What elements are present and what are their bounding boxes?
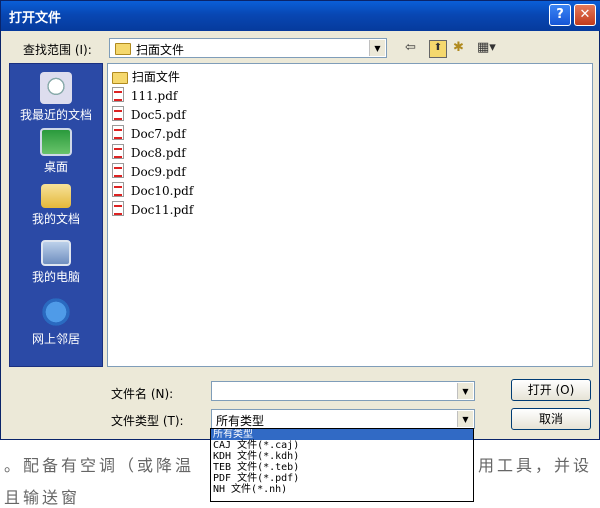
- look-in-combo[interactable]: 扫面文件 ▼: [109, 38, 387, 58]
- close-button[interactable]: ✕: [574, 4, 596, 26]
- dropdown-option[interactable]: TEB 文件(*.teb): [211, 462, 473, 473]
- filetype-dropdown-list[interactable]: 所有类型 CAJ 文件(*.caj) KDH 文件(*.kdh) TEB 文件(…: [210, 428, 474, 502]
- title-bar[interactable]: 打开文件 ? ✕: [1, 1, 600, 31]
- file-name: Doc9.pdf: [130, 165, 186, 179]
- open-file-dialog: 打开文件 ? ✕ 查找范围 (I): 扫面文件 ▼ ⇦ ⬆ ✱ ▦▾ 我最近的文…: [0, 0, 600, 440]
- back-icon[interactable]: ⇦: [405, 40, 416, 56]
- pdf-file-icon: [112, 201, 124, 216]
- dropdown-option[interactable]: KDH 文件(*.kdh): [211, 451, 473, 462]
- new-folder-icon[interactable]: ✱: [453, 40, 464, 56]
- background-text-line1-right: 用工具，并设: [478, 456, 593, 475]
- file-name: 扫面文件: [131, 70, 180, 84]
- file-name: Doc7.pdf: [130, 127, 186, 141]
- filename-input[interactable]: ▼: [211, 381, 475, 401]
- place-label: 网上邻居: [31, 332, 80, 346]
- my-documents-icon: [41, 184, 71, 208]
- list-item[interactable]: 扫面文件: [112, 68, 180, 84]
- list-item[interactable]: Doc5.pdf: [112, 106, 186, 122]
- place-label: 桌面: [43, 160, 68, 174]
- my-computer-icon: [41, 240, 71, 266]
- place-label: 我最近的文档: [19, 108, 92, 122]
- background-text-line1-left: 。配备有空调（或降温: [4, 456, 195, 475]
- filetype-value: 所有类型: [216, 414, 265, 428]
- pdf-file-icon: [112, 106, 124, 121]
- pdf-file-icon: [112, 182, 124, 197]
- desktop-icon: [40, 128, 72, 156]
- filename-label: 文件名 (N):: [111, 387, 174, 401]
- list-item[interactable]: 111.pdf: [112, 87, 177, 103]
- place-network[interactable]: 网上邻居: [10, 296, 102, 347]
- help-button[interactable]: ?: [549, 4, 571, 26]
- pdf-file-icon: [112, 87, 124, 102]
- list-item[interactable]: Doc11.pdf: [112, 201, 193, 217]
- file-list[interactable]: 扫面文件 111.pdf Doc5.pdf Doc7.pdf Doc8.pdf …: [107, 63, 593, 367]
- folder-icon: [115, 43, 131, 55]
- list-item[interactable]: Doc8.pdf: [112, 144, 186, 160]
- place-recent-documents[interactable]: 我最近的文档: [10, 72, 102, 123]
- place-desktop[interactable]: 桌面: [10, 128, 102, 175]
- places-bar: 我最近的文档 桌面 我的文档 我的电脑 网上邻居: [9, 63, 103, 367]
- place-label: 我的文档: [31, 212, 80, 226]
- file-name: Doc10.pdf: [130, 184, 194, 198]
- dropdown-option[interactable]: PDF 文件(*.pdf): [211, 473, 473, 484]
- file-name: Doc8.pdf: [130, 146, 186, 160]
- folder-icon: [112, 71, 128, 84]
- open-button[interactable]: 打开 (O): [511, 379, 591, 401]
- network-globe-icon: [40, 296, 72, 328]
- chevron-down-icon[interactable]: ▼: [457, 411, 473, 427]
- file-name: 111.pdf: [130, 89, 178, 103]
- filetype-label: 文件类型 (T):: [111, 414, 184, 428]
- place-my-documents[interactable]: 我的文档: [10, 184, 102, 227]
- dropdown-option[interactable]: NH 文件(*.nh): [211, 484, 473, 495]
- list-item[interactable]: Doc7.pdf: [112, 125, 186, 141]
- chevron-down-icon[interactable]: ▼: [457, 383, 473, 399]
- recent-documents-icon: [40, 72, 72, 104]
- look-in-label: 查找范围 (I):: [23, 43, 92, 57]
- file-name: Doc11.pdf: [130, 203, 194, 217]
- list-item[interactable]: Doc10.pdf: [112, 182, 193, 198]
- views-menu-icon[interactable]: ▦▾: [477, 40, 496, 56]
- up-folder-icon[interactable]: ⬆: [429, 40, 447, 58]
- dropdown-option[interactable]: CAJ 文件(*.caj): [211, 440, 473, 451]
- filetype-select[interactable]: 所有类型 ▼: [211, 409, 475, 429]
- list-item[interactable]: Doc9.pdf: [112, 163, 186, 179]
- file-name: Doc5.pdf: [130, 108, 186, 122]
- cancel-button[interactable]: 取消: [511, 408, 591, 430]
- pdf-file-icon: [112, 125, 124, 140]
- dialog-title: 打开文件: [9, 11, 62, 26]
- pdf-file-icon: [112, 163, 124, 178]
- pdf-file-icon: [112, 144, 124, 159]
- dropdown-option[interactable]: 所有类型: [211, 429, 473, 440]
- chevron-down-icon[interactable]: ▼: [369, 40, 385, 56]
- look-in-value: 扫面文件: [136, 43, 185, 57]
- place-my-computer[interactable]: 我的电脑: [10, 240, 102, 285]
- background-text-line2: 且输送窗: [4, 488, 81, 507]
- place-label: 我的电脑: [31, 270, 80, 284]
